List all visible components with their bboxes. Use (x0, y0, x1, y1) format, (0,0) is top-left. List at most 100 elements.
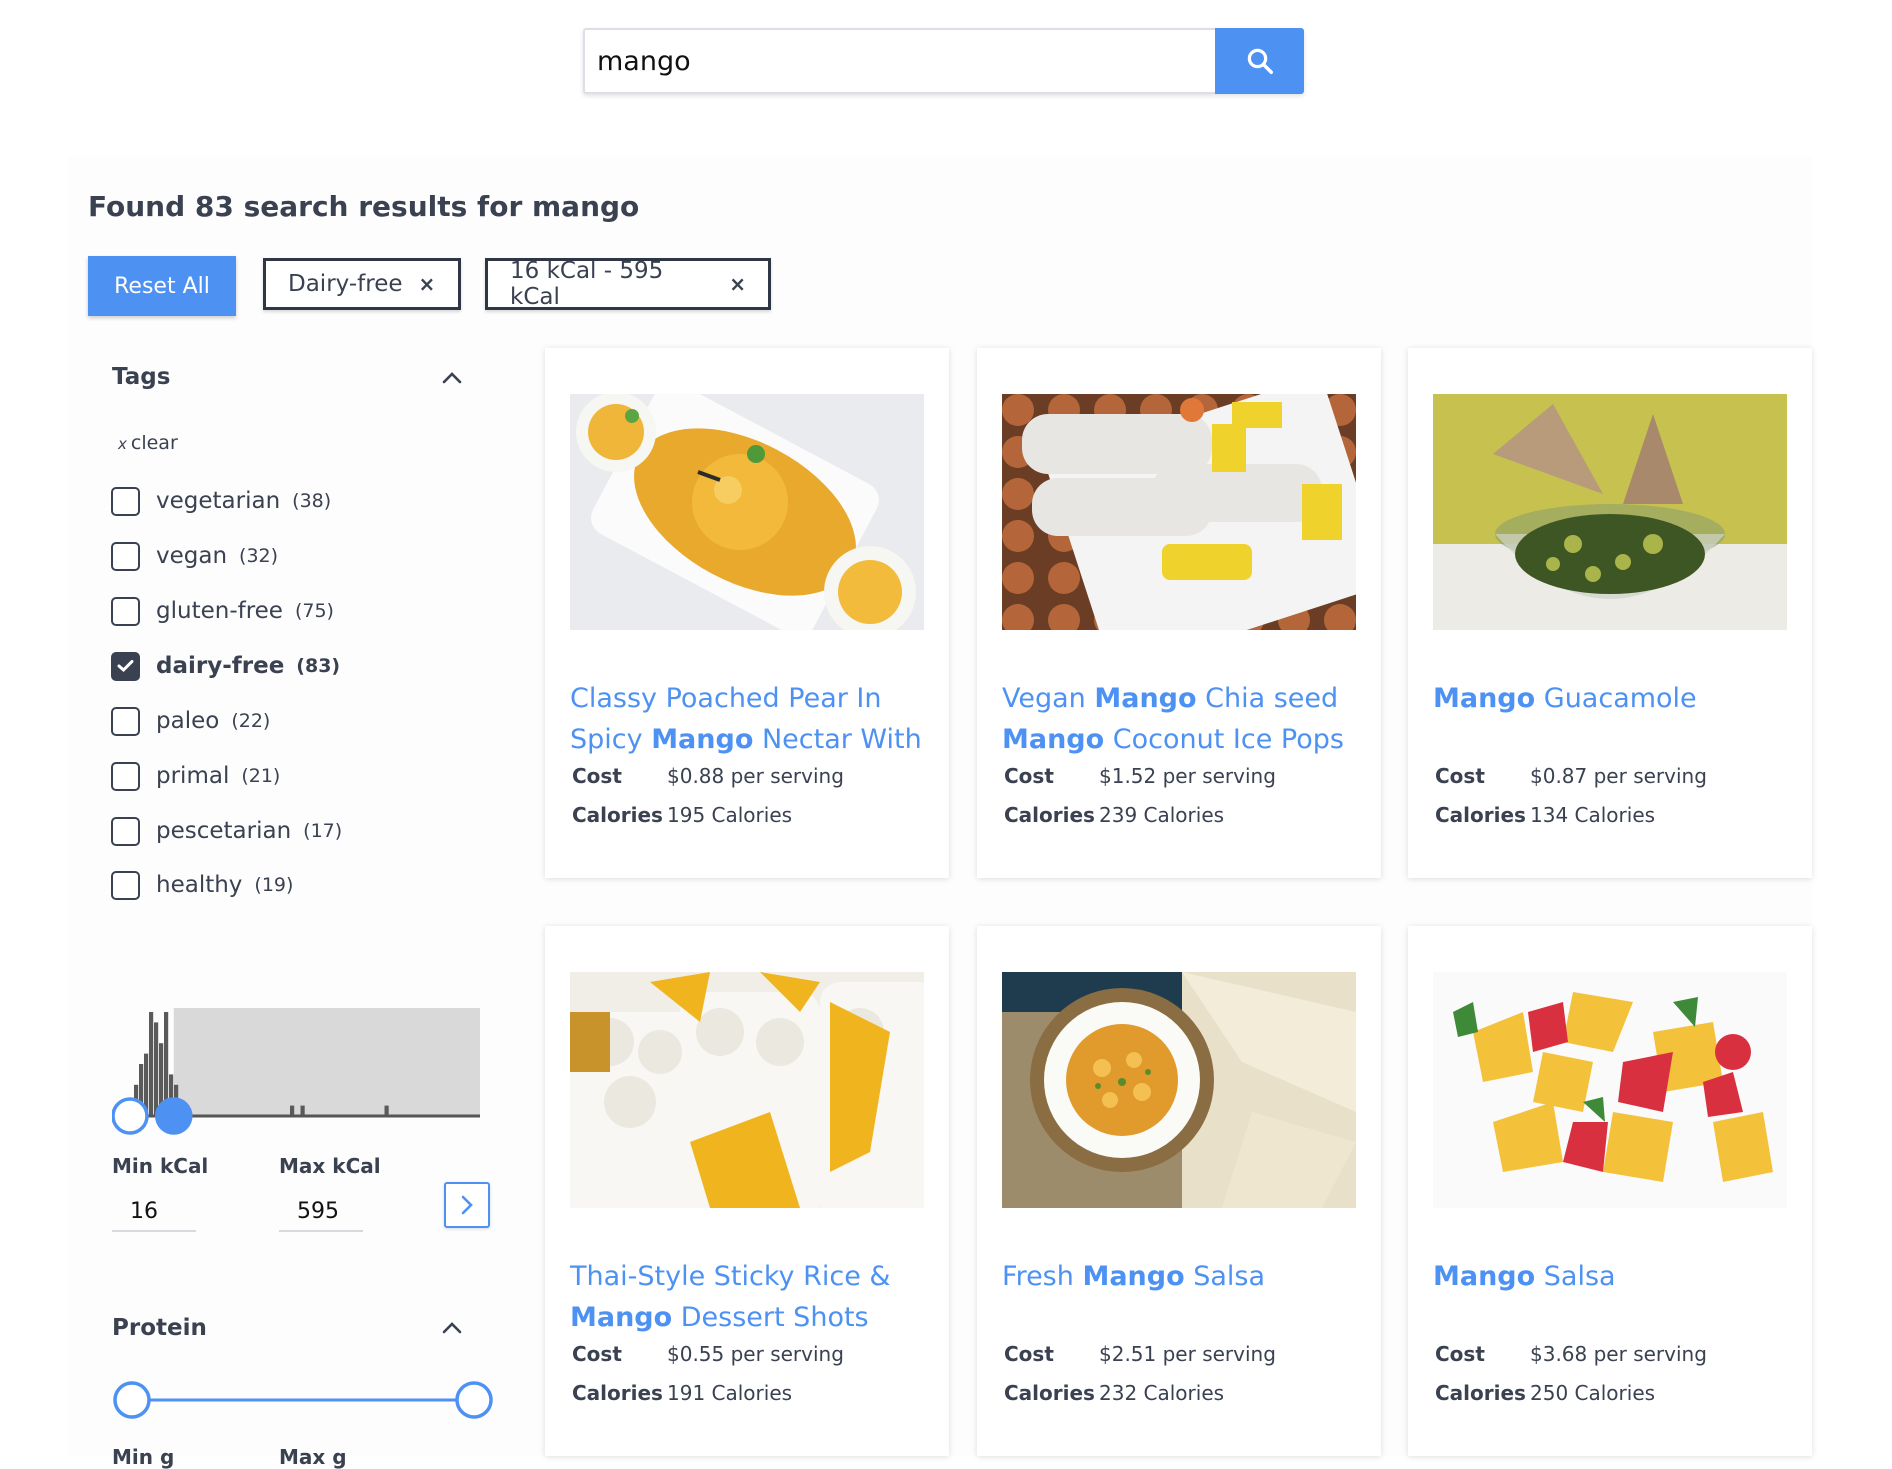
clear-x-icon: x (118, 435, 127, 453)
tag-count: (22) (231, 710, 271, 732)
tag-checkbox[interactable] (111, 541, 140, 571)
tag-label: vegetarian (156, 488, 281, 514)
tag-filter-paleo[interactable]: paleo (22) (111, 704, 270, 738)
recipe-title[interactable]: Mango Guacamole (1433, 678, 1793, 719)
calories-value: 134 Calories (1530, 803, 1656, 827)
title-text: Coconut Ice Pops (1104, 724, 1344, 755)
calories-label: Calories (1004, 1381, 1095, 1405)
protein-section-title: Protein (112, 1315, 207, 1341)
histogram-bar (300, 1105, 305, 1116)
max-kcal-label: Max kCal (279, 1154, 381, 1178)
histogram-bar (290, 1105, 295, 1116)
calories-value: 232 Calories (1099, 1381, 1225, 1405)
tag-filter-healthy[interactable]: healthy (19) (111, 868, 293, 902)
tag-filter-vegetarian[interactable]: vegetarian (38) (111, 484, 331, 518)
title-text: Vegan (1002, 683, 1095, 714)
calories-value: 191 Calories (667, 1381, 793, 1405)
filter-chip-dairy-free[interactable]: Dairy-free × (263, 258, 461, 310)
recipe-card[interactable]: Mango Salsa Cost $3.68 per serving Calories… (1408, 926, 1812, 1456)
cost-value: $0.87 per serving (1530, 764, 1707, 788)
highlighted-term: Mango (1433, 683, 1536, 714)
max-kcal-handle[interactable] (155, 1097, 193, 1135)
recipe-title[interactable]: Mango Salsa (1433, 1256, 1793, 1297)
chevron-up-icon[interactable] (441, 371, 463, 385)
filter-chip-label: Dairy-free (288, 271, 403, 297)
recipe-card[interactable]: Fresh Mango Salsa Cost $2.51 per serving Ca… (977, 926, 1381, 1456)
title-text: Salsa (1184, 1261, 1266, 1292)
sticky-rice-photo[interactable] (570, 972, 924, 1208)
tag-label: pescetarian (156, 818, 292, 844)
tag-filter-primal[interactable]: primal (21) (111, 759, 280, 793)
chevron-up-icon[interactable] (441, 1321, 463, 1335)
calories-label: Calories (1435, 803, 1526, 827)
cost-label: Cost (572, 1342, 622, 1366)
calories-label: Calories (1435, 1381, 1526, 1405)
tag-filter-gluten-free[interactable]: gluten-free (75) (111, 594, 334, 628)
chevron-right-icon (461, 1195, 473, 1215)
min-kcal-input[interactable] (112, 1192, 196, 1232)
max-kcal-input[interactable] (279, 1192, 363, 1232)
cost-label: Cost (1004, 1342, 1054, 1366)
calories-value: 195 Calories (667, 803, 793, 827)
cost-value: $3.68 per serving (1530, 1342, 1707, 1366)
recipe-card[interactable]: Mango Guacamole Cost $0.87 per serving Calo… (1408, 348, 1812, 878)
clear-label: clear (130, 432, 178, 454)
tag-checkbox[interactable] (111, 816, 140, 846)
cost-value: $1.52 per serving (1099, 764, 1276, 788)
tag-label: healthy (156, 872, 243, 898)
max-protein-handle[interactable] (455, 1381, 493, 1419)
remove-filter-icon[interactable]: × (729, 272, 746, 296)
remove-filter-icon[interactable]: × (419, 272, 436, 296)
recipe-title[interactable]: Fresh Mango Salsa (1002, 1256, 1362, 1297)
fruit-salsa-photo[interactable] (1433, 972, 1787, 1208)
title-text: Salsa (1535, 1261, 1616, 1292)
recipe-title[interactable]: Vegan Mango Chia seed Mango Coconut Ice … (1002, 678, 1362, 760)
highlighted-term: Mango (1094, 683, 1197, 714)
title-text: Fresh (1002, 1261, 1083, 1292)
tag-checkbox[interactable] (111, 870, 140, 900)
tag-label: primal (156, 763, 230, 789)
calories-label: Calories (572, 1381, 663, 1405)
tag-label: vegan (156, 543, 228, 569)
title-text: Nectar With (753, 724, 922, 755)
guacamole-photo[interactable] (1433, 394, 1787, 630)
max-g-label: Max g (279, 1445, 347, 1469)
highlighted-term: Mango (1433, 1261, 1536, 1292)
cost-label: Cost (572, 764, 622, 788)
highlighted-term: Mango (1082, 1261, 1185, 1292)
tag-checkbox[interactable] (111, 706, 140, 736)
recipe-title[interactable]: Classy Poached Pear In Spicy Mango Necta… (570, 678, 930, 760)
tag-filter-pescetarian[interactable]: pescetarian (17) (111, 814, 342, 848)
salsa-bowl-photo[interactable] (1002, 972, 1356, 1208)
calories-label: Calories (572, 803, 663, 827)
tag-checkbox[interactable] (111, 651, 140, 681)
tag-filter-dairy-free[interactable]: dairy-free (83) (111, 649, 340, 683)
search-button[interactable] (1215, 28, 1304, 94)
highlighted-term: Mango (570, 1302, 673, 1333)
mango-sorbet-photo[interactable] (570, 394, 924, 630)
search-input[interactable] (583, 28, 1215, 94)
calories-value: 250 Calories (1530, 1381, 1656, 1405)
recipe-card[interactable]: Vegan Mango Chia seed Mango Coconut Ice … (977, 348, 1381, 878)
tag-count: (19) (254, 874, 294, 896)
tag-checkbox[interactable] (111, 596, 140, 626)
protein-range-slider[interactable] (110, 1378, 500, 1422)
tag-filter-vegan[interactable]: vegan (32) (111, 539, 278, 573)
filter-chip-calories[interactable]: 16 kCal - 595 kCal × (485, 258, 771, 310)
clear-tags-link[interactable]: x clear (118, 432, 178, 454)
ice-pops-photo[interactable] (1002, 394, 1356, 630)
min-kcal-handle[interactable] (112, 1097, 149, 1135)
recipe-title[interactable]: Thai-Style Sticky Rice & Mango Dessert S… (570, 1256, 930, 1338)
checkmark-icon (117, 660, 134, 673)
recipe-card[interactable]: Classy Poached Pear In Spicy Mango Necta… (545, 348, 949, 878)
tag-count: (21) (241, 765, 281, 787)
tag-label: paleo (156, 708, 220, 734)
recipe-card[interactable]: Thai-Style Sticky Rice & Mango Dessert S… (545, 926, 949, 1456)
reset-all-button[interactable]: Reset All (88, 256, 236, 316)
calorie-histogram (112, 1008, 480, 1135)
apply-kcal-button[interactable] (444, 1182, 490, 1228)
tag-checkbox[interactable] (111, 486, 140, 516)
tag-checkbox[interactable] (111, 761, 140, 791)
min-protein-handle[interactable] (113, 1381, 151, 1419)
title-text: Dessert Shots (672, 1302, 869, 1333)
